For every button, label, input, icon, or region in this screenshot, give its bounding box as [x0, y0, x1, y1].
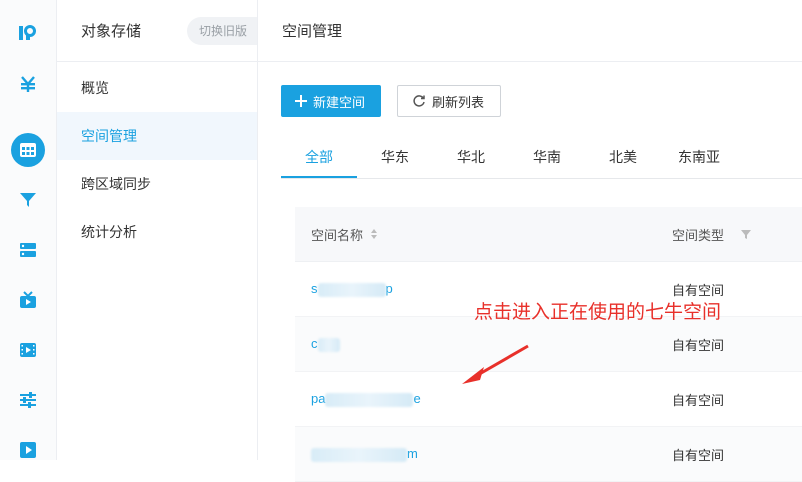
- annotation-arrow-icon: [462, 344, 529, 384]
- server-icon[interactable]: [0, 230, 56, 270]
- refresh-icon: [413, 95, 425, 107]
- sort-icon[interactable]: [369, 228, 379, 240]
- icon-rail: [0, 0, 57, 460]
- bucket-name-suffix: p: [385, 281, 393, 297]
- toolbar: 新建空间 刷新列表: [281, 85, 502, 117]
- bucket-name-link[interactable]: m: [295, 446, 672, 462]
- sidebar-title: 对象存储: [81, 23, 142, 40]
- sliders-icon[interactable]: [0, 380, 56, 420]
- yen-icon[interactable]: [0, 64, 56, 104]
- bucket-name-suffix: m: [407, 446, 418, 462]
- bucket-name-prefix: s: [311, 281, 318, 297]
- logo-icon[interactable]: [0, 13, 56, 53]
- region-tabs: 全部 华东 华北 华南 北美 东南亚: [281, 136, 802, 179]
- column-type-label: 空间类型: [672, 227, 725, 243]
- main-content: 空间管理 新建空间 刷新列表 全部 华东 华北 华南 北美 东南亚 空间名称 空…: [258, 0, 802, 482]
- plus-icon: [295, 95, 307, 107]
- table-header: 空间名称 空间类型: [295, 207, 802, 262]
- tab-south-china[interactable]: 华南: [509, 136, 585, 178]
- tab-north-china[interactable]: 华北: [433, 136, 509, 178]
- tab-north-america[interactable]: 北美: [585, 136, 661, 178]
- column-name[interactable]: 空间名称: [295, 225, 672, 244]
- bucket-type: 自有空间: [672, 337, 725, 353]
- sidebar-item-bucket-management[interactable]: 空间管理: [57, 112, 257, 160]
- table-row[interactable]: c 自有空间: [295, 317, 802, 372]
- bucket-name-link[interactable]: pa e: [295, 391, 672, 407]
- new-bucket-button[interactable]: 新建空间: [281, 85, 382, 117]
- switch-old-version-button[interactable]: 切换旧版: [186, 16, 257, 45]
- bucket-type: 自有空间: [672, 392, 725, 408]
- column-name-label: 空间名称: [311, 227, 364, 243]
- filter-icon[interactable]: [740, 228, 752, 240]
- bucket-table: 空间名称 空间类型 sp 自有空间 c 自有空间 pa e 自有空间 m 自有空…: [295, 207, 802, 482]
- funnel-icon[interactable]: [0, 180, 56, 220]
- table-row[interactable]: m 自有空间: [295, 427, 802, 482]
- annotation-text: 点击进入正在使用的七牛空间: [474, 302, 722, 323]
- tv-icon[interactable]: [0, 280, 56, 320]
- refresh-list-label: 刷新列表: [432, 94, 485, 110]
- new-bucket-label: 新建空间: [313, 94, 366, 110]
- tab-east-china[interactable]: 华东: [357, 136, 433, 178]
- bucket-name-prefix: pa: [311, 391, 326, 407]
- sidebar-header: 对象存储 切换旧版: [57, 0, 257, 62]
- bucket-name-suffix: e: [413, 391, 421, 407]
- bucket-type: 自有空间: [672, 282, 725, 298]
- film-icon[interactable]: [0, 330, 56, 370]
- play-icon[interactable]: [0, 430, 56, 470]
- page-title: 空间管理: [258, 0, 802, 62]
- sidebar-item-overview[interactable]: 概览: [57, 64, 257, 112]
- table-row[interactable]: pa e 自有空间: [295, 372, 802, 427]
- sidebar-item-cross-region-sync[interactable]: 跨区域同步: [57, 160, 257, 208]
- refresh-list-button[interactable]: 刷新列表: [397, 85, 502, 117]
- bucket-name-link[interactable]: sp: [295, 281, 672, 297]
- sidebar-item-statistics[interactable]: 统计分析: [57, 208, 257, 256]
- sidebar: 对象存储 切换旧版 概览 空间管理 跨区域同步 统计分析: [57, 0, 258, 460]
- bucket-name-prefix: c: [311, 336, 318, 352]
- column-type: 空间类型: [672, 225, 752, 244]
- grid-icon[interactable]: [0, 130, 56, 170]
- tab-all[interactable]: 全部: [281, 136, 357, 178]
- bucket-type: 自有空间: [672, 447, 725, 463]
- tab-southeast-asia[interactable]: 东南亚: [661, 136, 737, 178]
